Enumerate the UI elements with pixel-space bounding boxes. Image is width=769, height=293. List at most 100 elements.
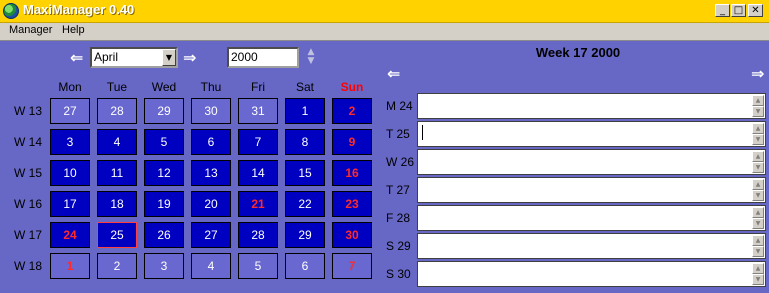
calendar-day-cell[interactable]: 30 bbox=[191, 98, 231, 124]
calendar-day-cell[interactable]: 24 bbox=[50, 222, 90, 248]
week-day-label: T 27 bbox=[386, 183, 410, 197]
day-note-field[interactable]: ▲ ▼ bbox=[417, 233, 766, 259]
calendar-day-cell[interactable]: 25 bbox=[97, 222, 137, 248]
month-select[interactable]: April ▼ bbox=[90, 47, 178, 68]
scroll-down-icon[interactable]: ▼ bbox=[752, 190, 764, 201]
scroll-up-icon[interactable]: ▲ bbox=[752, 263, 764, 274]
calendar-day-cell[interactable]: 15 bbox=[285, 160, 325, 186]
prev-month-icon[interactable]: ⇐ bbox=[70, 50, 83, 66]
calendar-day-cell[interactable]: 5 bbox=[238, 253, 278, 279]
week-day-label: M 24 bbox=[386, 99, 413, 113]
note-scrollbar[interactable]: ▲ ▼ bbox=[752, 151, 764, 173]
calendar-day-cell[interactable]: 27 bbox=[50, 98, 90, 124]
calendar-day-cell[interactable]: 11 bbox=[97, 160, 137, 186]
note-scrollbar[interactable]: ▲ ▼ bbox=[752, 179, 764, 201]
menu-bar: Manager Help bbox=[0, 23, 769, 41]
minimize-button[interactable]: _ bbox=[715, 4, 730, 17]
week-number-label[interactable]: W 15 bbox=[14, 166, 46, 180]
scroll-up-icon[interactable]: ▲ bbox=[752, 151, 764, 162]
calendar-day-cell[interactable]: 9 bbox=[332, 129, 372, 155]
week-number-label[interactable]: W 13 bbox=[14, 104, 46, 118]
day-note-field[interactable]: ▲ ▼ bbox=[417, 205, 766, 231]
maximize-button[interactable]: □ bbox=[731, 4, 746, 17]
scroll-up-icon[interactable]: ▲ bbox=[752, 179, 764, 190]
scroll-up-icon[interactable]: ▲ bbox=[752, 235, 764, 246]
note-scrollbar[interactable]: ▲ ▼ bbox=[752, 207, 764, 229]
calendar-day-cell[interactable]: 4 bbox=[97, 129, 137, 155]
calendar-day-cell[interactable]: 2 bbox=[332, 98, 372, 124]
calendar-day-cell[interactable]: 13 bbox=[191, 160, 231, 186]
calendar-day-cell[interactable]: 12 bbox=[144, 160, 184, 186]
calendar-day-cell[interactable]: 14 bbox=[238, 160, 278, 186]
calendar-day-cell[interactable]: 28 bbox=[97, 98, 137, 124]
note-scrollbar[interactable]: ▲ ▼ bbox=[752, 235, 764, 257]
scroll-up-icon[interactable]: ▲ bbox=[752, 95, 764, 106]
calendar-day-cell[interactable]: 20 bbox=[191, 191, 231, 217]
scroll-down-icon[interactable]: ▼ bbox=[752, 106, 764, 117]
day-header-sat: Sat bbox=[295, 80, 314, 94]
note-scrollbar[interactable]: ▲ ▼ bbox=[752, 95, 764, 117]
calendar-day-cell[interactable]: 17 bbox=[50, 191, 90, 217]
calendar-day-cell[interactable]: 18 bbox=[97, 191, 137, 217]
week-day-label: S 29 bbox=[386, 239, 411, 253]
month-value: April bbox=[94, 50, 119, 64]
calendar-day-cell[interactable]: 5 bbox=[144, 129, 184, 155]
scroll-down-icon[interactable]: ▼ bbox=[752, 274, 764, 285]
week-number-label[interactable]: W 16 bbox=[14, 197, 46, 211]
calendar-day-cell[interactable]: 6 bbox=[285, 253, 325, 279]
week-number-label[interactable]: W 14 bbox=[14, 135, 46, 149]
calendar-day-cell[interactable]: 23 bbox=[332, 191, 372, 217]
calendar-day-cell[interactable]: 7 bbox=[238, 129, 278, 155]
note-scrollbar[interactable]: ▲ ▼ bbox=[752, 263, 764, 285]
day-note-field[interactable]: ▲ ▼ bbox=[417, 261, 766, 287]
calendar-day-cell[interactable]: 29 bbox=[144, 98, 184, 124]
year-down-icon[interactable]: ▼ bbox=[304, 57, 318, 66]
day-note-field[interactable]: ▲ ▼ bbox=[417, 121, 766, 147]
calendar-day-cell[interactable]: 7 bbox=[332, 253, 372, 279]
next-week-icon[interactable]: ⇒ bbox=[751, 66, 764, 82]
menu-help[interactable]: Help bbox=[62, 24, 85, 36]
next-month-icon[interactable]: ⇒ bbox=[183, 50, 196, 66]
scroll-down-icon[interactable]: ▼ bbox=[752, 246, 764, 257]
note-scrollbar[interactable]: ▲ ▼ bbox=[752, 123, 764, 145]
calendar-day-cell[interactable]: 30 bbox=[332, 222, 372, 248]
calendar-day-cell[interactable]: 26 bbox=[144, 222, 184, 248]
menu-manager[interactable]: Manager bbox=[9, 24, 52, 36]
year-field[interactable]: 2000 bbox=[227, 47, 299, 68]
calendar-day-cell[interactable]: 16 bbox=[332, 160, 372, 186]
week-day-label: W 26 bbox=[386, 155, 415, 169]
scroll-down-icon[interactable]: ▼ bbox=[752, 134, 764, 145]
calendar-day-cell[interactable]: 22 bbox=[285, 191, 325, 217]
calendar-day-cell[interactable]: 1 bbox=[285, 98, 325, 124]
calendar-day-cell[interactable]: 8 bbox=[285, 129, 325, 155]
day-note-field[interactable]: ▲ ▼ bbox=[417, 93, 766, 119]
calendar-day-cell[interactable]: 6 bbox=[191, 129, 231, 155]
calendar-day-cell[interactable]: 31 bbox=[238, 98, 278, 124]
calendar-day-cell[interactable]: 21 bbox=[238, 191, 278, 217]
week-day-label: T 25 bbox=[386, 127, 410, 141]
calendar-day-cell[interactable]: 4 bbox=[191, 253, 231, 279]
calendar-day-cell[interactable]: 28 bbox=[238, 222, 278, 248]
scroll-down-icon[interactable]: ▼ bbox=[752, 162, 764, 173]
scroll-up-icon[interactable]: ▲ bbox=[752, 123, 764, 134]
scroll-up-icon[interactable]: ▲ bbox=[752, 207, 764, 218]
day-header-mon: Mon bbox=[58, 80, 82, 94]
scroll-down-icon[interactable]: ▼ bbox=[752, 218, 764, 229]
close-button[interactable]: ✕ bbox=[748, 4, 763, 17]
calendar-day-cell[interactable]: 27 bbox=[191, 222, 231, 248]
prev-week-icon[interactable]: ⇐ bbox=[387, 66, 400, 82]
day-header-tue: Tue bbox=[106, 80, 128, 94]
calendar-day-cell[interactable]: 29 bbox=[285, 222, 325, 248]
week-number-label[interactable]: W 17 bbox=[14, 228, 46, 242]
day-note-field[interactable]: ▲ ▼ bbox=[417, 149, 766, 175]
day-note-field[interactable]: ▲ ▼ bbox=[417, 177, 766, 203]
calendar-day-cell[interactable]: 3 bbox=[50, 129, 90, 155]
calendar-day-cell[interactable]: 19 bbox=[144, 191, 184, 217]
calendar-day-cell[interactable]: 1 bbox=[50, 253, 90, 279]
year-spinner[interactable]: ▲ ▼ bbox=[304, 48, 318, 67]
chevron-down-icon[interactable]: ▼ bbox=[162, 49, 176, 66]
calendar-day-cell[interactable]: 10 bbox=[50, 160, 90, 186]
week-number-label[interactable]: W 18 bbox=[14, 259, 46, 273]
calendar-day-cell[interactable]: 3 bbox=[144, 253, 184, 279]
calendar-day-cell[interactable]: 2 bbox=[97, 253, 137, 279]
